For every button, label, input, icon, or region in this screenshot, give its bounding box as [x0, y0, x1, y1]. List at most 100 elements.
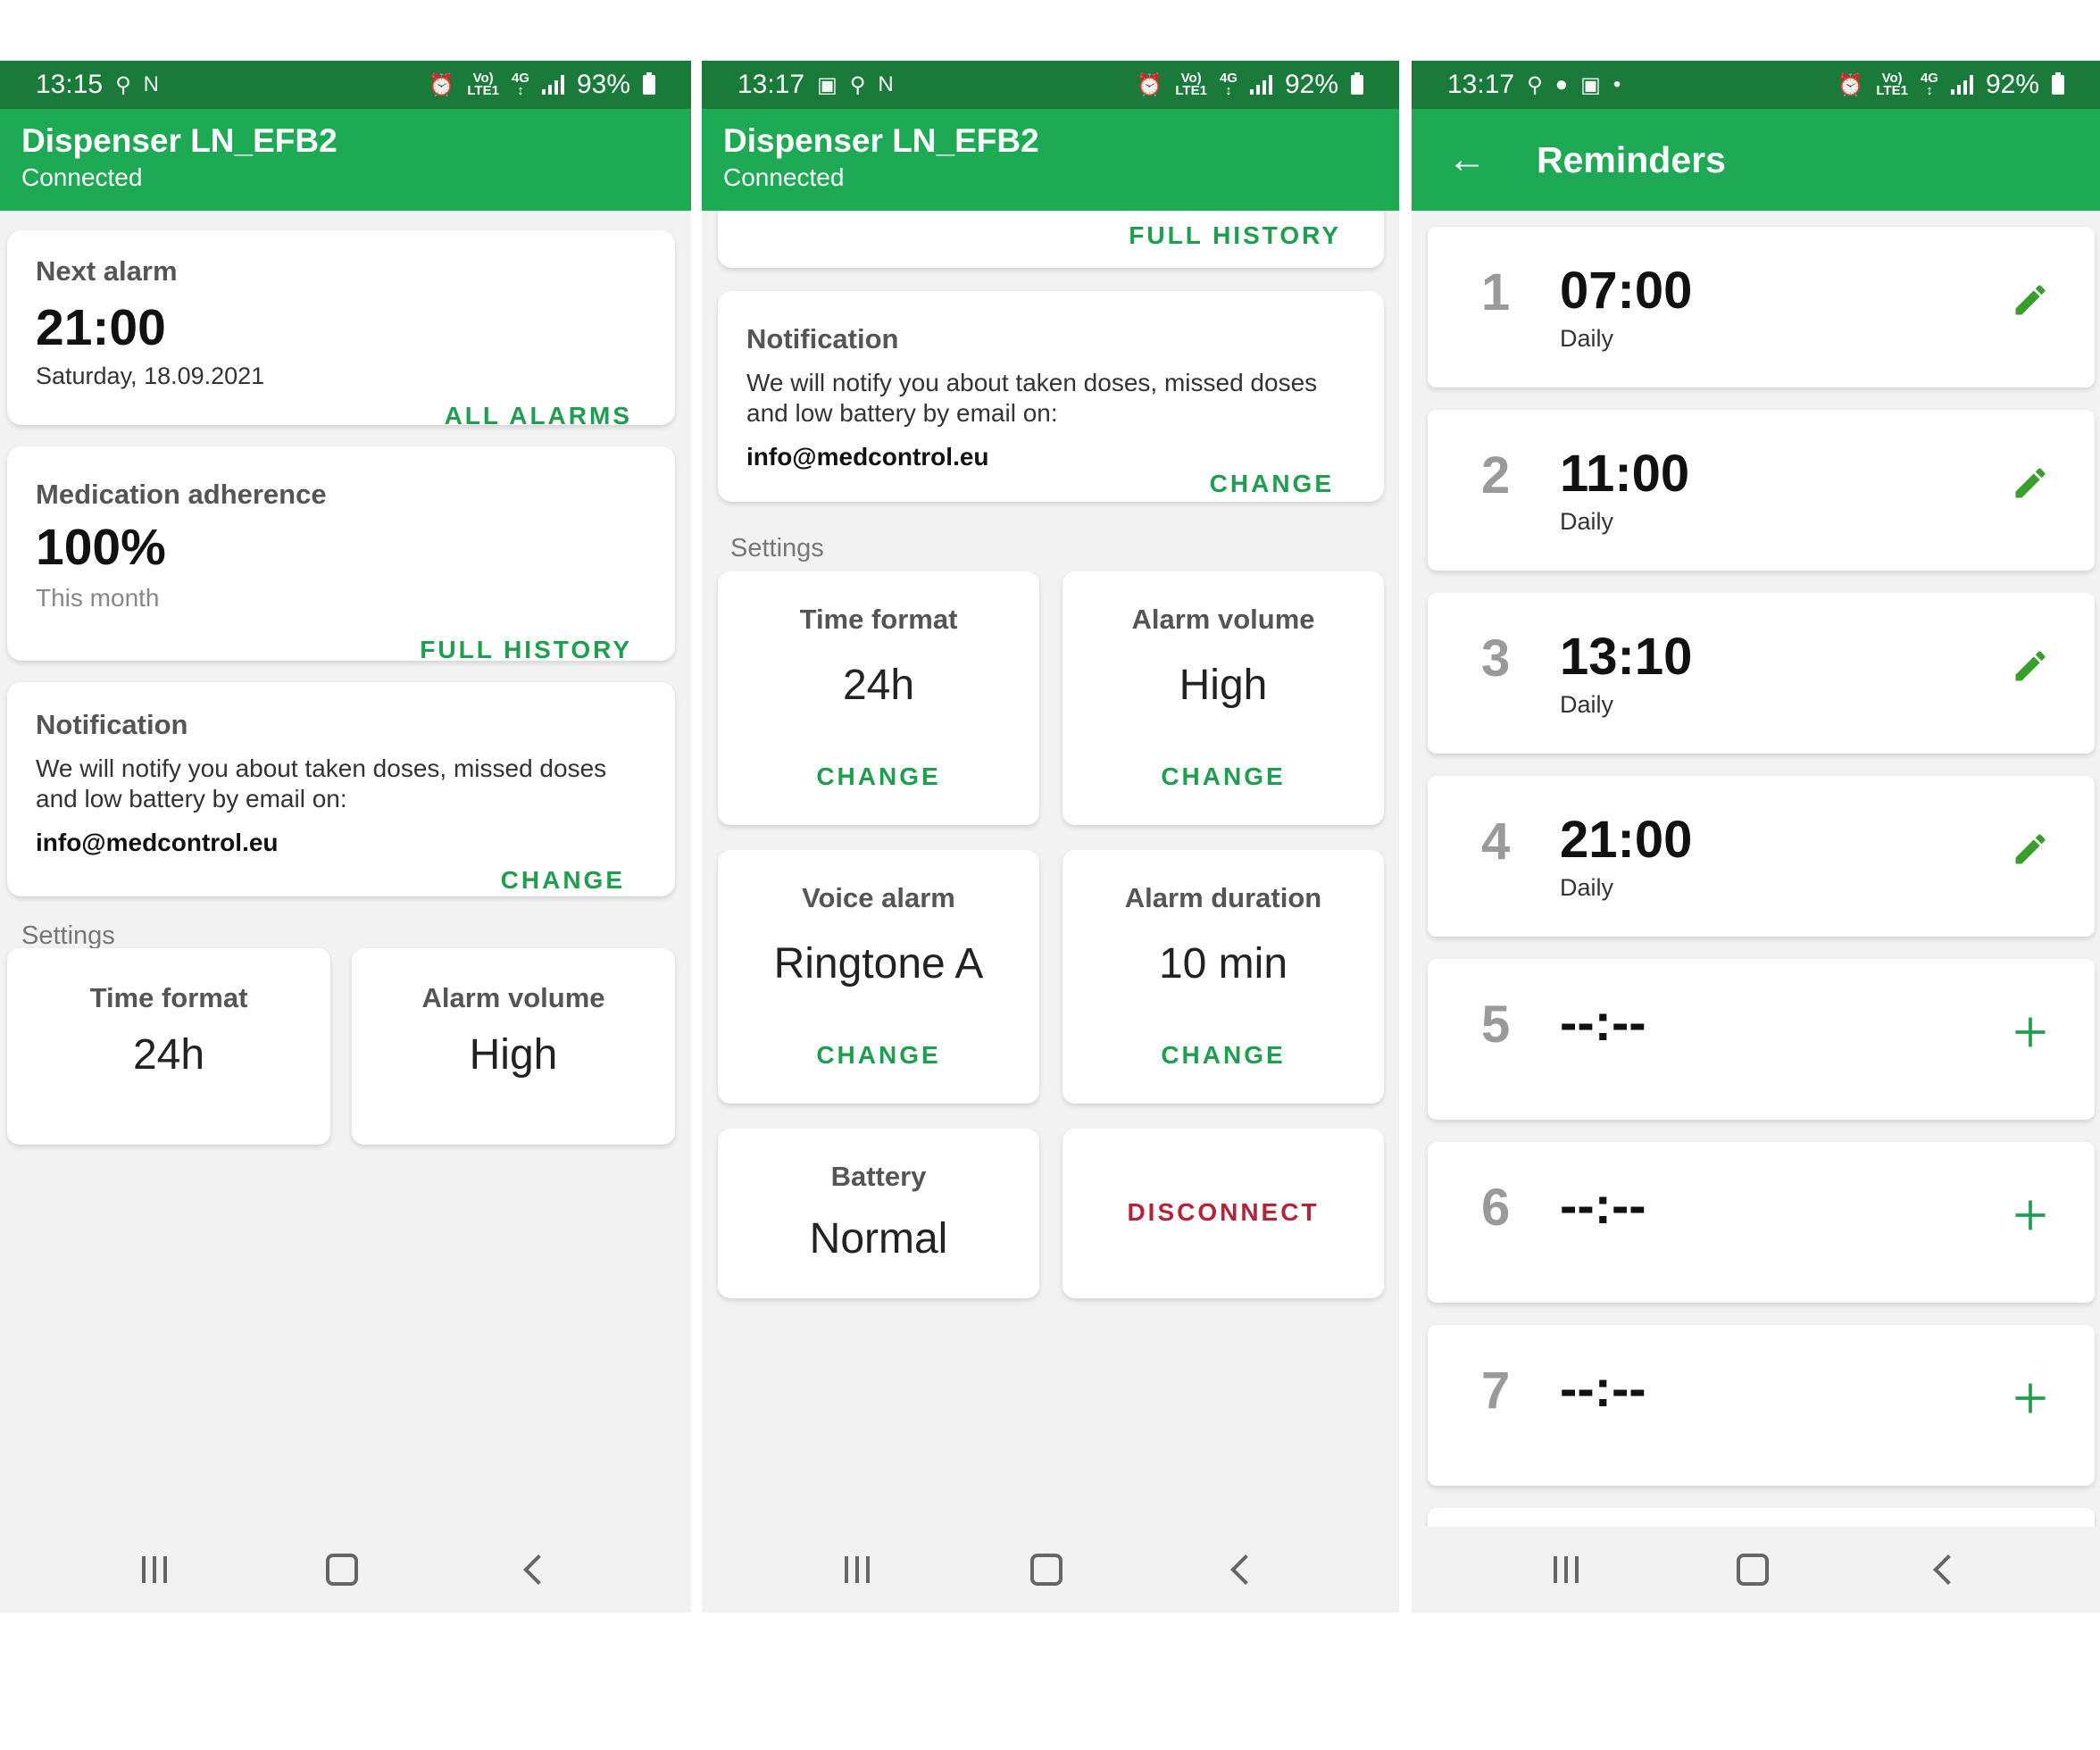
- reminder-repeat: Daily: [1560, 325, 1614, 352]
- reminder-card-next-partial[interactable]: [1428, 1508, 2095, 1527]
- battery-value: Normal: [809, 1215, 948, 1262]
- next-alarm-date: Saturday, 18.09.2021: [36, 362, 265, 389]
- status-time: 13:15: [36, 70, 104, 99]
- volte-icon: Vo) LTE1: [1175, 71, 1207, 98]
- time-format-label: Time format: [799, 604, 958, 635]
- time-format-label: Time format: [89, 982, 248, 1013]
- home-icon[interactable]: [326, 1554, 358, 1586]
- settings-section-label: Settings: [21, 921, 115, 950]
- disconnect-button[interactable]: DISCONNECT: [1062, 1198, 1384, 1227]
- reminder-time: --:--: [1560, 1177, 1646, 1235]
- battery-icon: [1351, 72, 1363, 95]
- change-email-button[interactable]: CHANGE: [1210, 470, 1334, 498]
- adherence-period: This month: [36, 584, 160, 612]
- alarm-volume-label: Alarm volume: [1131, 604, 1315, 635]
- reminder-card-1[interactable]: 1 07:00 Daily: [1428, 227, 2095, 388]
- edit-icon[interactable]: [2011, 463, 2050, 507]
- battery-label: Battery: [830, 1161, 927, 1192]
- reminder-number: 2: [1481, 446, 1511, 504]
- next-alarm-label: Next alarm: [36, 255, 178, 287]
- alarm-duration-tile[interactable]: Alarm duration 10 min CHANGE: [1062, 850, 1384, 1104]
- alarm-icon: ⏰: [428, 72, 455, 97]
- edit-icon[interactable]: [2011, 646, 2050, 690]
- next-alarm-card: Next alarm 21:00 Saturday, 18.09.2021 AL…: [7, 230, 675, 429]
- status-bar: 13:17 ⚲ ● ▣ • ⏰ Vo) LTE1 4G ↕ 92%: [1412, 61, 2100, 109]
- all-alarms-button[interactable]: ALL ALARMS: [445, 402, 632, 430]
- system-nav-bar: [702, 1527, 1399, 1612]
- usb-icon: ⚲: [1527, 72, 1543, 97]
- reminder-time: 11:00: [1560, 445, 1690, 503]
- reminder-time: 13:10: [1560, 628, 1693, 686]
- edit-icon[interactable]: [2011, 280, 2050, 324]
- change-alarm-volume-button[interactable]: CHANGE: [1062, 762, 1384, 791]
- full-history-button[interactable]: FULL HISTORY: [420, 636, 632, 664]
- change-time-format-button[interactable]: CHANGE: [718, 762, 1039, 791]
- screen-reminders: 13:17 ⚲ ● ▣ • ⏰ Vo) LTE1 4G ↕ 92% ← Remind…: [1412, 61, 2100, 1612]
- connection-status: Connected: [723, 163, 845, 191]
- status-bar: 13:15 ⚲ Ν ⏰ Vo) LTE1 4G ↕ 93%: [0, 61, 691, 109]
- notification-text: We will notify you about taken doses, mi…: [746, 369, 1318, 427]
- reminder-card-3[interactable]: 3 13:10 Daily: [1428, 593, 2095, 754]
- reminder-card-4[interactable]: 4 21:00 Daily: [1428, 776, 2095, 937]
- change-alarm-duration-button[interactable]: CHANGE: [1062, 1041, 1384, 1070]
- reminder-card-5[interactable]: 5 --:--: [1428, 959, 2095, 1120]
- voice-alarm-label: Voice alarm: [802, 882, 955, 913]
- alarm-volume-value: High: [469, 1031, 558, 1079]
- reminder-card-6[interactable]: 6 --:--: [1428, 1142, 2095, 1303]
- full-history-button[interactable]: FULL HISTORY: [1129, 221, 1341, 250]
- signal-icon: [1950, 75, 1973, 95]
- 4g-icon: 4G ↕: [1219, 71, 1238, 98]
- time-format-tile[interactable]: Time format 24h CHANGE: [718, 571, 1039, 825]
- back-arrow-icon[interactable]: ←: [1447, 138, 1537, 182]
- voice-alarm-tile[interactable]: Voice alarm Ringtone A CHANGE: [718, 850, 1039, 1104]
- add-icon[interactable]: [2011, 1196, 2050, 1239]
- battery-icon: [643, 72, 655, 95]
- time-format-tile[interactable]: Time format 24h: [7, 948, 330, 1145]
- nfc-icon: Ν: [878, 72, 894, 96]
- next-alarm-time: 21:00: [36, 299, 166, 356]
- battery-tile: Battery Normal: [718, 1129, 1039, 1298]
- status-time: 13:17: [1447, 70, 1515, 99]
- notification-email: info@medcontrol.eu: [746, 443, 989, 471]
- home-icon[interactable]: [1736, 1554, 1769, 1586]
- device-title: Dispenser LN_EFB2: [21, 122, 338, 159]
- notification-card: Notification We will notify you about ta…: [7, 682, 675, 896]
- adherence-value: 100%: [36, 519, 166, 576]
- reminders-list[interactable]: 1 07:00 Daily 2 11:00 Daily 3 13:10 Daily 4 21:00 D…: [1412, 211, 2100, 1527]
- recent-apps-icon[interactable]: [845, 1556, 871, 1583]
- reminder-repeat: Daily: [1560, 508, 1614, 535]
- 4g-icon: 4G ↕: [511, 71, 529, 98]
- reminder-time: --:--: [1560, 1360, 1646, 1418]
- notification-text: We will notify you about taken doses, mi…: [36, 754, 607, 812]
- back-nav-icon[interactable]: [1932, 1554, 1963, 1585]
- change-email-button[interactable]: CHANGE: [501, 866, 625, 895]
- add-icon[interactable]: [2011, 1379, 2050, 1422]
- status-time: 13:17: [738, 70, 805, 99]
- reminder-number: 7: [1481, 1362, 1511, 1420]
- recent-apps-icon[interactable]: [142, 1556, 167, 1583]
- reminder-card-2[interactable]: 2 11:00 Daily: [1428, 410, 2095, 571]
- recent-apps-icon[interactable]: [1553, 1556, 1579, 1583]
- gallery-icon: ▣: [817, 72, 838, 97]
- add-icon[interactable]: [2011, 1012, 2050, 1056]
- edit-icon[interactable]: [2011, 829, 2050, 873]
- alarm-volume-tile[interactable]: Alarm volume High: [352, 948, 675, 1145]
- back-nav-icon[interactable]: [1229, 1554, 1261, 1585]
- usb-icon: ⚲: [849, 72, 866, 97]
- reminder-number: 1: [1481, 263, 1511, 321]
- dashboard-content[interactable]: Next alarm 21:00 Saturday, 18.09.2021 AL…: [0, 211, 691, 1527]
- notification-email: info@medcontrol.eu: [36, 829, 279, 856]
- adherence-card-partial: FULL HISTORY: [718, 211, 1384, 268]
- dot-icon: •: [1612, 72, 1621, 96]
- reminder-card-7[interactable]: 7 --:--: [1428, 1325, 2095, 1486]
- disconnect-tile[interactable]: DISCONNECT: [1062, 1129, 1384, 1298]
- volte-icon: Vo) LTE1: [467, 71, 499, 98]
- alarm-icon: ⏰: [1837, 72, 1864, 97]
- alarm-volume-tile[interactable]: Alarm volume High CHANGE: [1062, 571, 1384, 825]
- home-icon[interactable]: [1030, 1554, 1063, 1586]
- notification-label: Notification: [36, 709, 188, 740]
- change-voice-alarm-button[interactable]: CHANGE: [718, 1041, 1039, 1070]
- back-nav-icon[interactable]: [523, 1554, 554, 1585]
- alarm-icon: ⏰: [1136, 72, 1163, 97]
- dashboard-content[interactable]: FULL HISTORY Notification We will notify…: [702, 211, 1399, 1527]
